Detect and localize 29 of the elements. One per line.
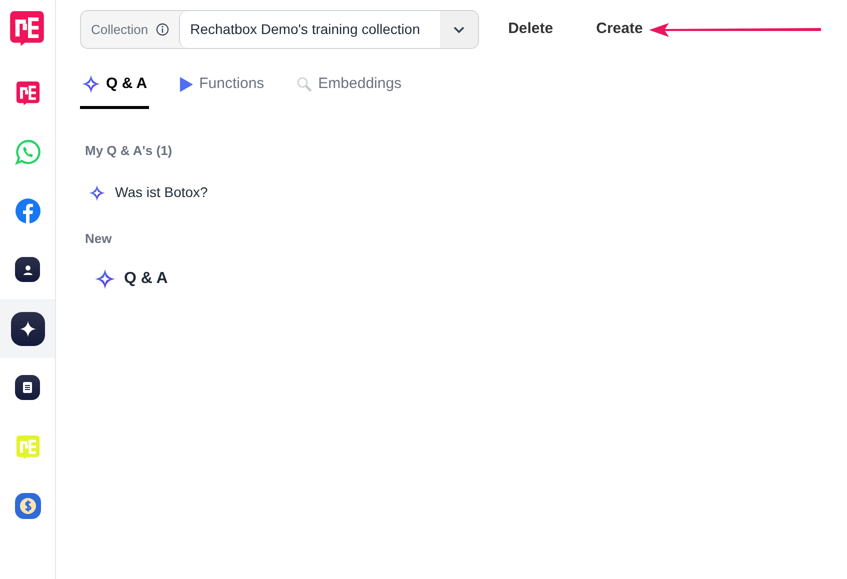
collection-value: Rechatbox Demo's training collection [190, 20, 420, 39]
facebook-icon [14, 198, 40, 224]
section-heading: My Q & A's (1) [85, 142, 174, 160]
collection-label: Collection [91, 20, 148, 39]
app-logo-icon[interactable] [8, 9, 46, 47]
chevron-down-icon [453, 26, 466, 34]
tab[interactable]: Embeddings [294, 73, 404, 108]
sparkle-icon [82, 75, 100, 94]
document-icon [15, 375, 40, 400]
search-icon [296, 76, 312, 92]
action-button[interactable]: Create [596, 18, 643, 41]
chat-logo-icon [14, 80, 40, 106]
action-button[interactable]: Delete [508, 18, 554, 41]
tab[interactable]: Q & A [80, 73, 150, 108]
collection-select[interactable]: Collection Rechatbox Demo's training collection [80, 10, 480, 49]
sidebar-item[interactable] [0, 299, 55, 358]
sparkle-icon [95, 268, 115, 288]
tab[interactable]: Functions [177, 73, 266, 108]
chat-logo-icon [14, 434, 40, 460]
play-icon [179, 76, 194, 92]
person-icon [15, 257, 40, 282]
sparkle-icon [89, 184, 105, 200]
info-icon [156, 23, 170, 36]
qa-list-item[interactable]: Was ist Botox? [89, 182, 847, 203]
section-heading: New [85, 230, 113, 248]
new-qa-button[interactable]: Q & A [95, 266, 847, 290]
sparkle-icon [10, 312, 44, 346]
phone-bubble-icon [14, 138, 40, 164]
dollar-coin-icon [14, 492, 40, 518]
